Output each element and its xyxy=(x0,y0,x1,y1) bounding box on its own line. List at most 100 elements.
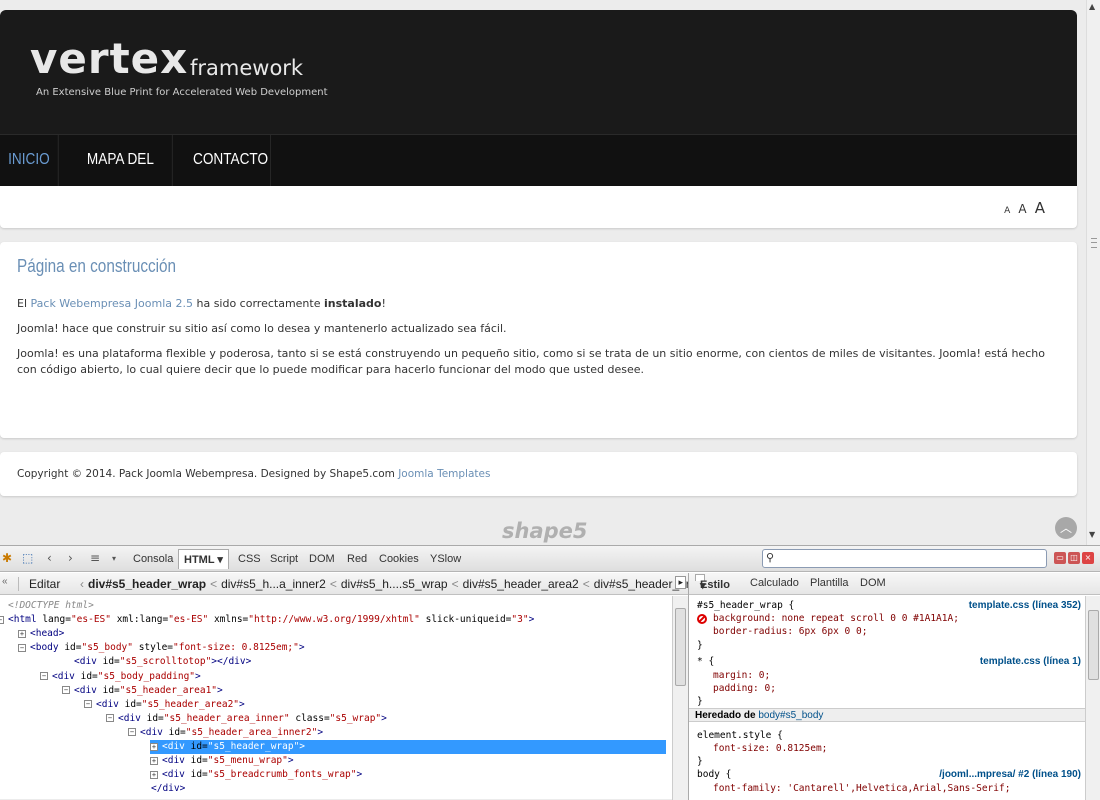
expand-icon[interactable]: + xyxy=(18,629,26,638)
tab-estilo[interactable]: Estilo ▾ xyxy=(695,574,730,592)
tab-side-dom[interactable]: DOM xyxy=(860,577,886,589)
tab-calculado[interactable]: Calculado xyxy=(750,577,799,589)
html-node[interactable]: <!DOCTYPE html> xyxy=(8,599,94,613)
collapse-icon[interactable]: − xyxy=(106,714,114,723)
font-small-button[interactable]: A xyxy=(1004,206,1010,216)
collapse-icon[interactable]: − xyxy=(40,672,48,680)
breadcrumb-item[interactable]: div#s5_h...a_inner2 xyxy=(221,577,326,591)
expand-icon[interactable]: « xyxy=(2,576,8,587)
collapse-icon[interactable]: − xyxy=(84,700,92,709)
css-selector[interactable]: body { xyxy=(697,768,731,781)
forward-arrow-icon[interactable]: › xyxy=(68,551,73,565)
breadcrumb-scroll-right-icon[interactable]: ▸ xyxy=(675,576,686,589)
detach-icon[interactable]: ◫ xyxy=(1068,552,1080,564)
tab-red[interactable]: Red xyxy=(347,553,367,565)
side-scrollbar[interactable] xyxy=(1085,596,1100,800)
collapse-icon[interactable]: − xyxy=(62,686,70,695)
html-node[interactable]: − <div id="s5_header_area_inner2"> xyxy=(128,726,323,740)
breadcrumb-item[interactable]: div#s5_header_area1 xyxy=(594,577,688,591)
back-arrow-icon[interactable]: ‹ xyxy=(47,551,52,565)
scrollbar-grip-icon[interactable] xyxy=(1091,238,1097,248)
tab-css[interactable]: CSS xyxy=(238,553,261,565)
html-token: "s5_header_area_inner" xyxy=(163,712,290,724)
scroll-down-arrow-icon[interactable]: ▼ xyxy=(1089,530,1095,539)
css-source-link[interactable]: template.css (línea 1) xyxy=(980,655,1081,668)
css-property[interactable]: margin: 0; xyxy=(713,669,770,682)
breadcrumb-item-active[interactable]: div#s5_header_wrap xyxy=(88,577,206,591)
collapse-icon[interactable]: − xyxy=(18,643,26,652)
side-tabs: Estilo ▾ Calculado Plantilla DOM xyxy=(689,573,1100,595)
html-token: > xyxy=(287,755,294,767)
html-node[interactable]: + <div id="s5_breadcrumb_fonts_wrap"> xyxy=(150,768,362,782)
tab-dom[interactable]: DOM xyxy=(309,553,335,565)
scrollbar-thumb[interactable] xyxy=(675,608,686,686)
css-property[interactable]: font-size: 0.8125em; xyxy=(713,742,827,755)
css-property[interactable]: font-family: 'Cantarell',Helvetica,Arial… xyxy=(713,782,1010,795)
html-node[interactable]: <div id="s5_scrolltotop"></div> xyxy=(74,655,251,669)
font-large-button[interactable]: A xyxy=(1035,199,1045,217)
css-property[interactable]: padding: 0; xyxy=(713,682,776,695)
joomla-templates-link[interactable]: Joomla Templates xyxy=(398,468,490,480)
collapse-icon[interactable]: − xyxy=(0,615,4,624)
menu-item-inicio[interactable]: INICIO xyxy=(0,135,59,187)
inspect-icon[interactable]: ⬚ xyxy=(22,551,33,565)
html-node[interactable]: + <div id="s5_menu_wrap"> xyxy=(150,754,294,768)
font-medium-button[interactable]: A xyxy=(1018,202,1026,216)
tab-plantilla[interactable]: Plantilla xyxy=(810,577,849,589)
close-icon[interactable]: × xyxy=(1082,552,1094,564)
logo-sub[interactable]: framework xyxy=(190,56,303,80)
tab-html[interactable]: HTML ▾ xyxy=(178,549,229,569)
css-property-disabled[interactable]: background: none repeat scroll 0 0 #1A1A… xyxy=(697,612,959,625)
main-menu: INICIO MAPA DEL SITIO CONTACTO xyxy=(0,134,1077,218)
disabled-icon[interactable] xyxy=(697,613,707,624)
tab-consola[interactable]: Consola xyxy=(133,553,173,565)
scroll-to-top-button[interactable]: ︿ xyxy=(1055,517,1077,539)
html-node[interactable]: − <div id="s5_header_area2"> xyxy=(84,698,245,712)
edit-button[interactable]: Editar xyxy=(18,577,60,591)
html-node[interactable]: − <div id="s5_header_area_inner" class="s… xyxy=(106,712,387,726)
search-icon: ⚲ xyxy=(766,551,775,564)
html-node[interactable]: − <div id="s5_header_area1"> xyxy=(62,684,223,698)
html-node[interactable]: + <head> xyxy=(18,627,64,641)
html-scrollbar[interactable] xyxy=(672,596,688,800)
dropdown-icon[interactable]: ▾ xyxy=(112,554,116,563)
command-line-icon[interactable]: ≡ xyxy=(90,551,100,565)
html-node[interactable]: − <div id="s5_body_padding"> xyxy=(40,670,201,684)
minimize-icon[interactable]: ▭ xyxy=(1054,552,1066,564)
html-node-selected[interactable]: + <div id="s5_header_wrap"> xyxy=(150,740,666,755)
breadcrumb-item[interactable]: div#s5_header_area2 xyxy=(463,577,579,591)
html-token: <div xyxy=(162,741,191,752)
html-node[interactable]: </div> xyxy=(151,782,185,796)
page-scrollbar[interactable]: ▲ ▼ xyxy=(1086,0,1100,545)
expand-icon[interactable]: + xyxy=(150,756,158,765)
tab-script[interactable]: Script xyxy=(270,553,298,565)
collapse-icon[interactable]: − xyxy=(128,728,136,737)
menu-item-mapa[interactable]: MAPA DEL SITIO xyxy=(69,135,173,218)
html-node[interactable]: −<html lang="es-ES" xml:lang="es-ES" xml… xyxy=(0,613,534,627)
html-token: <html xyxy=(8,614,43,626)
expand-icon[interactable]: + xyxy=(150,742,158,751)
css-selector[interactable]: * { xyxy=(697,655,714,668)
html-token: <div xyxy=(74,656,103,668)
scrollbar-thumb[interactable] xyxy=(1088,610,1099,680)
tab-yslow[interactable]: YSlow xyxy=(430,553,461,565)
expand-icon[interactable]: + xyxy=(150,770,158,779)
css-property[interactable]: border-radius: 6px 6px 0 0; xyxy=(713,625,867,638)
firebug-bug-icon[interactable]: ✱ xyxy=(2,551,12,565)
html-node[interactable]: − <body id="s5_body" style="font-size: 0.… xyxy=(18,641,305,655)
pack-link[interactable]: Pack Webempresa Joomla 2.5 xyxy=(31,297,193,310)
breadcrumb-item[interactable]: div#s5_h....s5_wrap xyxy=(341,577,448,591)
css-selector[interactable]: element.style { xyxy=(697,729,783,742)
logo-main[interactable]: vertex xyxy=(30,34,188,83)
css-source-link[interactable]: /jooml...mpresa/ #2 (línea 190) xyxy=(939,768,1081,781)
firebug-search-input[interactable]: ⚲ xyxy=(762,549,1047,568)
css-source-link[interactable]: template.css (línea 352) xyxy=(969,599,1081,612)
css-selector[interactable]: #s5_header_wrap { xyxy=(697,599,794,612)
shape5-logo[interactable]: shape5 xyxy=(502,519,588,543)
inherited-link[interactable]: body#s5_body xyxy=(758,710,823,721)
tab-cookies[interactable]: Cookies xyxy=(379,553,419,565)
menu-item-contacto[interactable]: CONTACTO xyxy=(191,135,271,187)
scroll-up-arrow-icon[interactable]: ▲ xyxy=(1089,2,1095,11)
css-prop-text[interactable]: background: none repeat scroll 0 0 #1A1A… xyxy=(713,613,959,624)
html-token: "3" xyxy=(511,614,529,626)
